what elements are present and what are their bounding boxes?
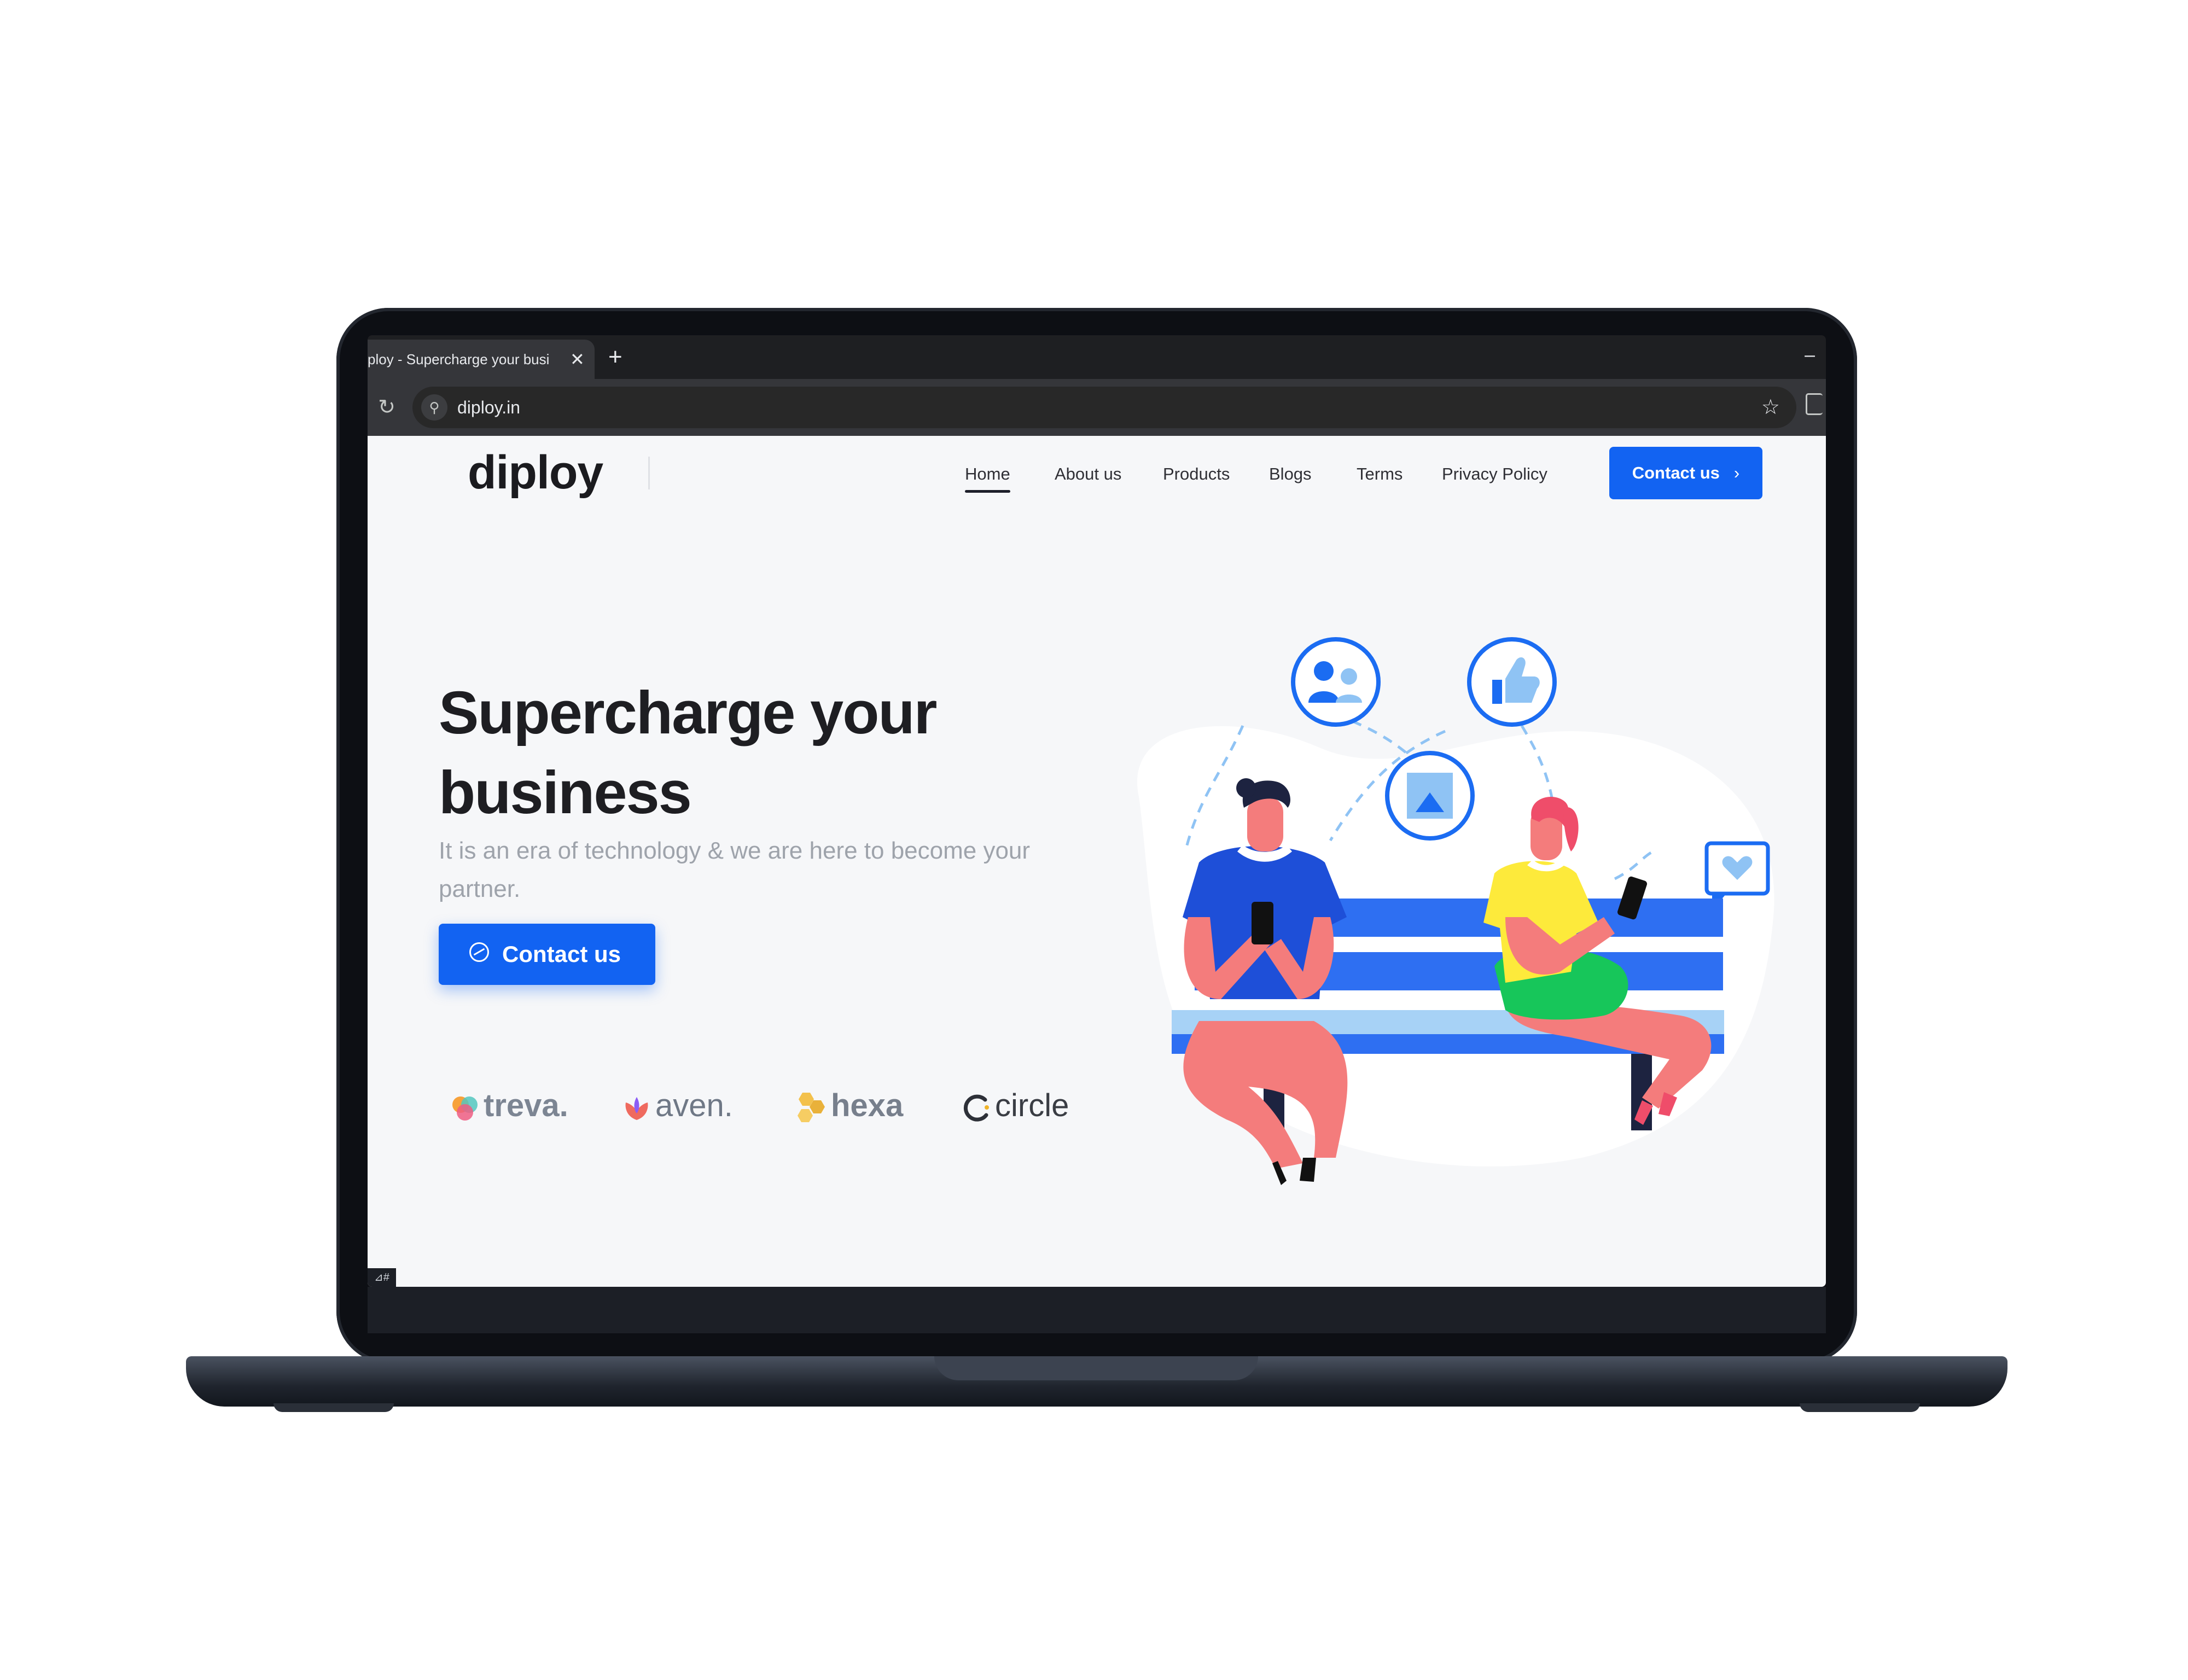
users-icon <box>1291 637 1381 727</box>
partner-logo-aven: aven. <box>620 1081 733 1130</box>
nav-terms[interactable]: Terms <box>1357 458 1403 491</box>
browser-toolbar: ↻ ⚲ diploy.in ☆ <box>368 379 1826 436</box>
hero-title: Supercharge your business <box>439 673 1095 833</box>
thumbs-up-icon <box>1467 637 1557 727</box>
hero-subtitle: It is an era of technology & we are here… <box>439 837 1031 902</box>
browser-tab[interactable]: ploy - Supercharge your busi ✕ <box>368 340 595 379</box>
partner-name-treva: treva. <box>484 1088 568 1123</box>
partner-logo-hexa: hexa <box>792 1081 903 1130</box>
nav-contact-us-label: Contact us <box>1632 463 1720 482</box>
close-tab-icon[interactable]: ✕ <box>570 340 585 379</box>
hero-contact-us-label: Contact us <box>502 941 621 967</box>
reload-icon[interactable]: ↻ <box>373 379 400 436</box>
partner-name-circle: circle <box>995 1088 1069 1123</box>
address-bar[interactable]: ⚲ diploy.in ☆ <box>412 387 1796 428</box>
image-icon <box>1385 751 1475 841</box>
nav-privacy-policy[interactable]: Privacy Policy <box>1442 458 1547 491</box>
globe-icon <box>469 942 489 962</box>
partner-logo-circle: circle <box>961 1081 1069 1130</box>
nav-blogs[interactable]: Blogs <box>1269 458 1312 491</box>
browser-window: ploy - Supercharge your busi ✕ + – ↻ ⚲ d… <box>368 335 1826 1287</box>
logo-divider <box>648 457 650 489</box>
hero-title-line-1: Supercharge your <box>439 679 937 746</box>
tab-bar: ploy - Supercharge your busi ✕ + – <box>368 335 1826 379</box>
nav-about-us[interactable]: About us <box>1055 458 1121 491</box>
corner-badge: ⊿# <box>368 1268 396 1287</box>
circle-logo-icon <box>963 1094 989 1122</box>
laptop-foot <box>1800 1403 1920 1412</box>
bookmark-star-icon[interactable]: ☆ <box>1761 387 1780 428</box>
extensions-icon[interactable] <box>1806 393 1823 415</box>
url-text[interactable]: diploy.in <box>457 387 520 428</box>
partner-name-aven: aven. <box>655 1088 733 1123</box>
nav-products[interactable]: Products <box>1163 458 1230 491</box>
laptop-notch <box>934 1356 1258 1380</box>
site-logo[interactable]: diploy <box>468 446 603 500</box>
hero-illustration <box>1137 637 1774 1185</box>
site-info-icon[interactable]: ⚲ <box>421 394 447 421</box>
nav-contact-us-button[interactable]: Contact us › <box>1609 447 1762 499</box>
chevron-right-icon: › <box>1733 463 1740 482</box>
tab-title: ploy - Supercharge your busi <box>368 351 550 368</box>
hero-title-line-2: business <box>439 759 692 826</box>
treva-logo-icon <box>452 1096 478 1121</box>
aven-logo-icon <box>625 1096 648 1120</box>
minimize-icon[interactable]: – <box>1805 340 1815 370</box>
partner-name-hexa: hexa <box>831 1088 904 1123</box>
new-tab-icon[interactable]: + <box>608 337 622 377</box>
nav-home[interactable]: Home <box>965 458 1010 493</box>
partner-logo-treva: treva. <box>449 1081 568 1130</box>
webpage: diploy Home About us Products Blogs Term… <box>368 436 1826 1287</box>
hero-contact-us-button[interactable]: Contact us <box>439 924 655 985</box>
laptop-foot <box>274 1403 394 1412</box>
laptop-chin <box>368 1287 1826 1333</box>
hexa-logo-icon <box>798 1092 825 1122</box>
